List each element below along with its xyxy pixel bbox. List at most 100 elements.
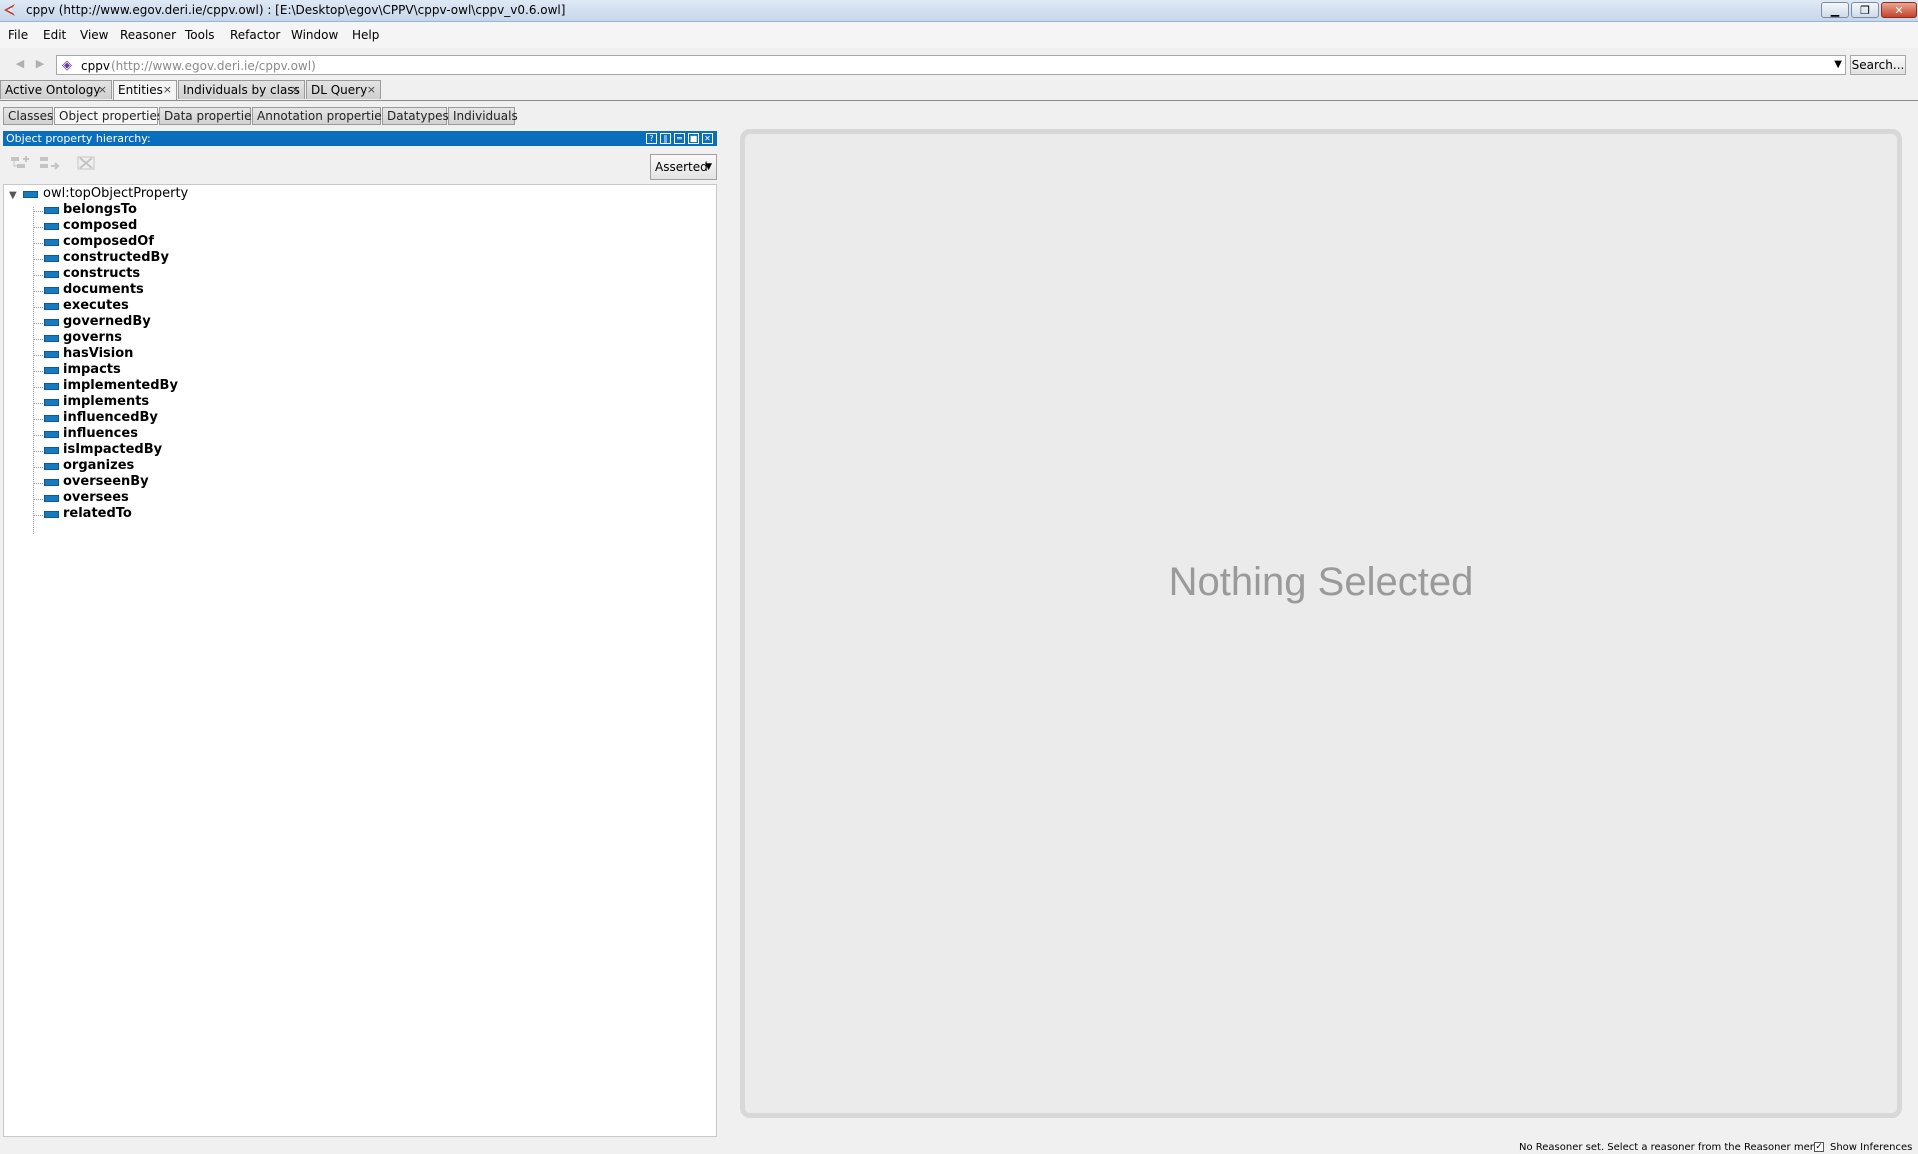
tree-item[interactable]: impacts [63,362,121,377]
tab-datatypes[interactable]: Datatypes [382,107,449,125]
empty-selection-message: Nothing Selected [1168,560,1474,604]
object-property-icon [44,431,59,438]
reasoner-status: No Reasoner set. Select a reasoner from … [1519,1142,1823,1153]
title-bar: cppv (http://www.egov.deri.ie/cppv.owl) … [0,0,1918,22]
object-property-icon [44,383,59,390]
object-property-icon [44,447,59,454]
tree-item[interactable]: implementedBy [63,378,178,393]
object-property-icon [44,463,59,470]
panel-title: Object property hierarchy: [6,132,151,145]
tree-item[interactable]: constructs [63,266,140,281]
tab-label: Entities [118,83,163,97]
tree-item[interactable]: oversees [63,490,129,505]
close-tab-icon[interactable]: × [367,81,376,99]
menu-view[interactable]: View [80,28,108,42]
ontology-name: cppv [81,59,110,73]
split-horizontal-icon[interactable]: ═ [674,133,685,144]
object-property-icon [44,319,59,326]
tree-item[interactable]: constructedBy [63,250,169,265]
tab-data-properties[interactable]: Data properties [159,107,258,125]
object-property-icon [44,479,59,486]
object-property-icon [44,303,59,310]
close-tab-icon[interactable]: × [163,81,172,99]
tab-entities[interactable]: Entities × [113,80,177,100]
tree-item[interactable]: composedOf [63,234,154,249]
object-property-icon [44,335,59,342]
show-inferences-label[interactable]: Show Inferences [1830,1142,1912,1153]
tree-item[interactable]: relatedTo [63,506,132,521]
tree-item[interactable]: composed [63,218,137,233]
tree-item[interactable]: documents [63,282,144,297]
menu-file[interactable]: File [8,28,28,42]
tree-item[interactable]: governedBy [63,314,151,329]
tree-root-item[interactable]: owl:topObjectProperty [43,186,188,201]
tree-item[interactable]: influencedBy [63,410,158,425]
hierarchy-mode-select[interactable]: Asserted ▼ [650,154,717,180]
restore-button[interactable]: ❐ [1851,2,1879,18]
tree-item[interactable]: governs [63,330,122,345]
protege-app-icon [4,4,15,16]
tree-item[interactable]: implements [63,394,149,409]
window-title: cppv (http://www.egov.deri.ie/cppv.owl) … [26,3,566,17]
menu-edit[interactable]: Edit [43,28,66,42]
tab-label: Individuals by class [183,83,300,97]
close-tab-icon[interactable]: × [291,81,300,99]
menu-window[interactable]: Window [291,28,338,42]
tab-classes[interactable]: Classes [3,107,53,125]
chevron-down-icon: ▼ [705,162,712,172]
object-property-icon [44,415,59,422]
collapse-toggle-icon[interactable]: ▼ [9,190,17,201]
ontology-iri-selector[interactable]: ◈ cppv (http://www.egov.deri.ie/cppv.owl… [56,55,1846,75]
menu-refactor[interactable]: Refactor [230,28,280,42]
search-button[interactable]: Search... [1850,55,1906,75]
tree-item[interactable]: executes [63,298,129,313]
show-inferences-checkbox[interactable]: ✓ [1814,1142,1824,1152]
close-window-button[interactable]: ✕ [1881,2,1917,18]
tab-individuals[interactable]: Individuals [448,107,518,125]
menu-tools[interactable]: Tools [185,28,215,42]
object-property-icon [44,351,59,358]
close-tab-icon[interactable]: × [98,81,107,99]
tree-item[interactable]: organizes [63,458,134,473]
property-tree: ▼ owl:topObjectProperty belongsTo compose… [3,184,717,1137]
tab-annotation-properties[interactable]: Annotation properties [252,107,388,125]
object-property-icon [44,207,59,214]
object-property-icon [44,239,59,246]
add-sibling-property-icon[interactable] [38,154,60,172]
object-property-icon [23,191,38,198]
chevron-down-icon[interactable]: ▼ [1834,59,1842,70]
help-icon[interactable]: ? [646,133,657,144]
close-view-icon[interactable]: ✕ [702,133,713,144]
object-property-icon [44,287,59,294]
ontology-diamond-icon: ◈ [62,58,72,73]
menu-bar: File Edit View Reasoner Tools Refactor W… [0,22,1918,48]
back-arrow-icon[interactable]: ◀ [12,56,28,72]
tree-item[interactable]: isImpactedBy [63,442,162,457]
tree-item[interactable]: overseenBy [63,474,149,489]
navigation-bar: ◀ ▶ ◈ cppv (http://www.egov.deri.ie/cppv… [0,52,1918,78]
tab-individuals-by-class[interactable]: Individuals by class × [178,80,305,99]
forward-arrow-icon[interactable]: ▶ [32,56,48,72]
object-property-icon [44,271,59,278]
menu-help[interactable]: Help [352,28,379,42]
split-vertical-icon[interactable]: ‖ [660,133,671,144]
tree-item[interactable]: belongsTo [63,202,137,217]
minimize-button[interactable]: ▁ [1821,2,1849,18]
menu-reasoner[interactable]: Reasoner [120,28,176,42]
tab-active-ontology[interactable]: Active Ontology × [0,80,112,99]
ontology-iri: (http://www.egov.deri.ie/cppv.owl) [111,59,316,73]
object-property-icon [44,495,59,502]
tab-label: DL Query [311,83,368,97]
tree-item[interactable]: hasVision [63,346,133,361]
panel-header: Object property hierarchy: ? ‖ ═ ■ ✕ [3,131,717,146]
workspace-tab-bar: Active Ontology × Entities × Individuals… [0,80,1918,101]
object-property-icon [44,367,59,374]
hierarchy-mode-value: Asserted [655,160,708,174]
maximize-view-icon[interactable]: ■ [688,133,699,144]
delete-property-icon[interactable] [75,154,97,172]
tab-dl-query[interactable]: DL Query × [306,80,381,99]
status-bar: No Reasoner set. Select a reasoner from … [0,1140,1918,1154]
tab-object-properties[interactable]: Object properties [54,107,163,125]
tree-item[interactable]: influences [63,426,138,441]
add-sub-property-icon[interactable] [9,154,31,172]
